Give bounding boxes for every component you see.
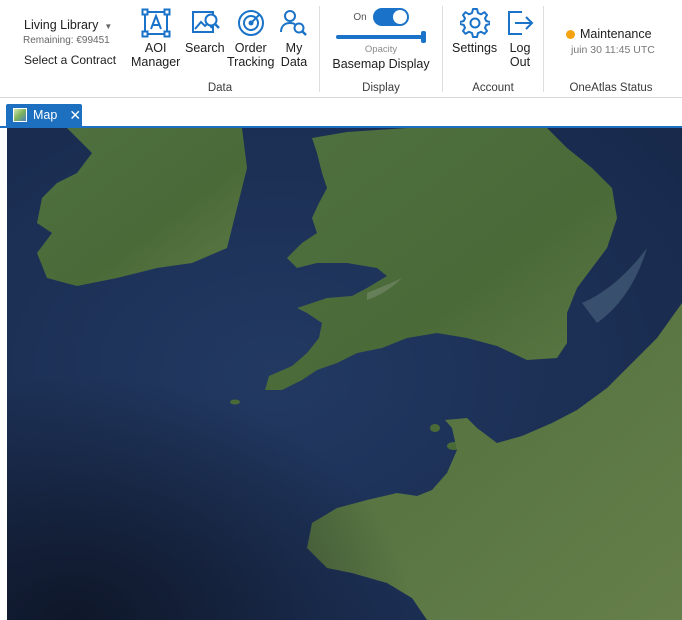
- user-search-icon: [280, 10, 307, 36]
- chevron-down-icon: ▼: [104, 21, 113, 31]
- my-data-label: My Data: [280, 41, 308, 69]
- my-data-button[interactable]: My Data: [279, 8, 309, 69]
- contract-dropdown[interactable]: Living Library ▼: [12, 18, 122, 32]
- document-tab-bar: Map ✕: [0, 98, 682, 128]
- status-indicator-dot: [566, 29, 575, 39]
- group-divider: [442, 6, 443, 92]
- aoi-manager-label: AOI Manager: [131, 41, 181, 69]
- satellite-basemap: [7, 128, 682, 620]
- display-controls: On Opacity Basemap Display: [332, 8, 430, 71]
- group-label-data: Data: [207, 82, 233, 94]
- status-state: Maintenance: [580, 27, 652, 41]
- log-out-button[interactable]: Log Out: [505, 8, 535, 69]
- contract-name: Living Library: [24, 18, 99, 32]
- group-divider: [543, 6, 544, 92]
- group-label-display: Display: [362, 82, 400, 94]
- search-label: Search: [185, 41, 225, 55]
- aoi-manager-button[interactable]: AOI Manager: [131, 8, 180, 69]
- tab-map[interactable]: Map ✕: [6, 104, 82, 126]
- tab-map-label: Map: [33, 108, 58, 122]
- settings-label: Settings: [452, 41, 498, 55]
- group-label-account: Account: [472, 82, 514, 94]
- basemap-display-label: Basemap Display: [332, 57, 430, 71]
- remaining-balance: Remaining: €99451: [23, 35, 110, 46]
- status-timestamp: juin 30 11:45 UTC: [571, 44, 655, 56]
- map-thumbnail-icon: [13, 108, 27, 122]
- group-label-status: OneAtlas Status: [569, 82, 653, 94]
- close-icon[interactable]: ✕: [69, 108, 81, 122]
- oneatlas-status[interactable]: Maintenance juin 30 11:45 UTC: [566, 27, 676, 56]
- opacity-slider-thumb[interactable]: [421, 31, 426, 43]
- contract-panel: Living Library ▼ Remaining: €99451 Selec…: [12, 18, 122, 67]
- group-divider: [319, 6, 320, 92]
- basemap-toggle-switch[interactable]: [372, 8, 409, 26]
- image-search-icon: [191, 11, 220, 33]
- settings-button[interactable]: Settings: [452, 8, 497, 56]
- search-button[interactable]: Search: [185, 8, 225, 56]
- ribbon-toolbar: Living Library ▼ Remaining: €99451 Selec…: [0, 0, 682, 98]
- logout-icon: [508, 11, 534, 35]
- gear-icon: [459, 8, 490, 38]
- basemap-toggle-row: On: [332, 8, 430, 26]
- opacity-label: Opacity: [364, 44, 398, 55]
- map-view[interactable]: [7, 128, 682, 620]
- log-out-label: Log Out: [509, 41, 531, 69]
- image-shadow: [7, 128, 682, 620]
- toggle-knob: [392, 10, 407, 24]
- select-contract-link[interactable]: Select a Contract: [12, 53, 122, 67]
- toggle-state-label: On: [353, 11, 367, 23]
- order-tracking-label: Order Tracking: [227, 41, 275, 69]
- radar-target-icon: [237, 10, 264, 36]
- opacity-slider[interactable]: [336, 31, 426, 43]
- aoi-icon: [141, 8, 171, 38]
- order-tracking-button[interactable]: Order Tracking: [227, 8, 274, 69]
